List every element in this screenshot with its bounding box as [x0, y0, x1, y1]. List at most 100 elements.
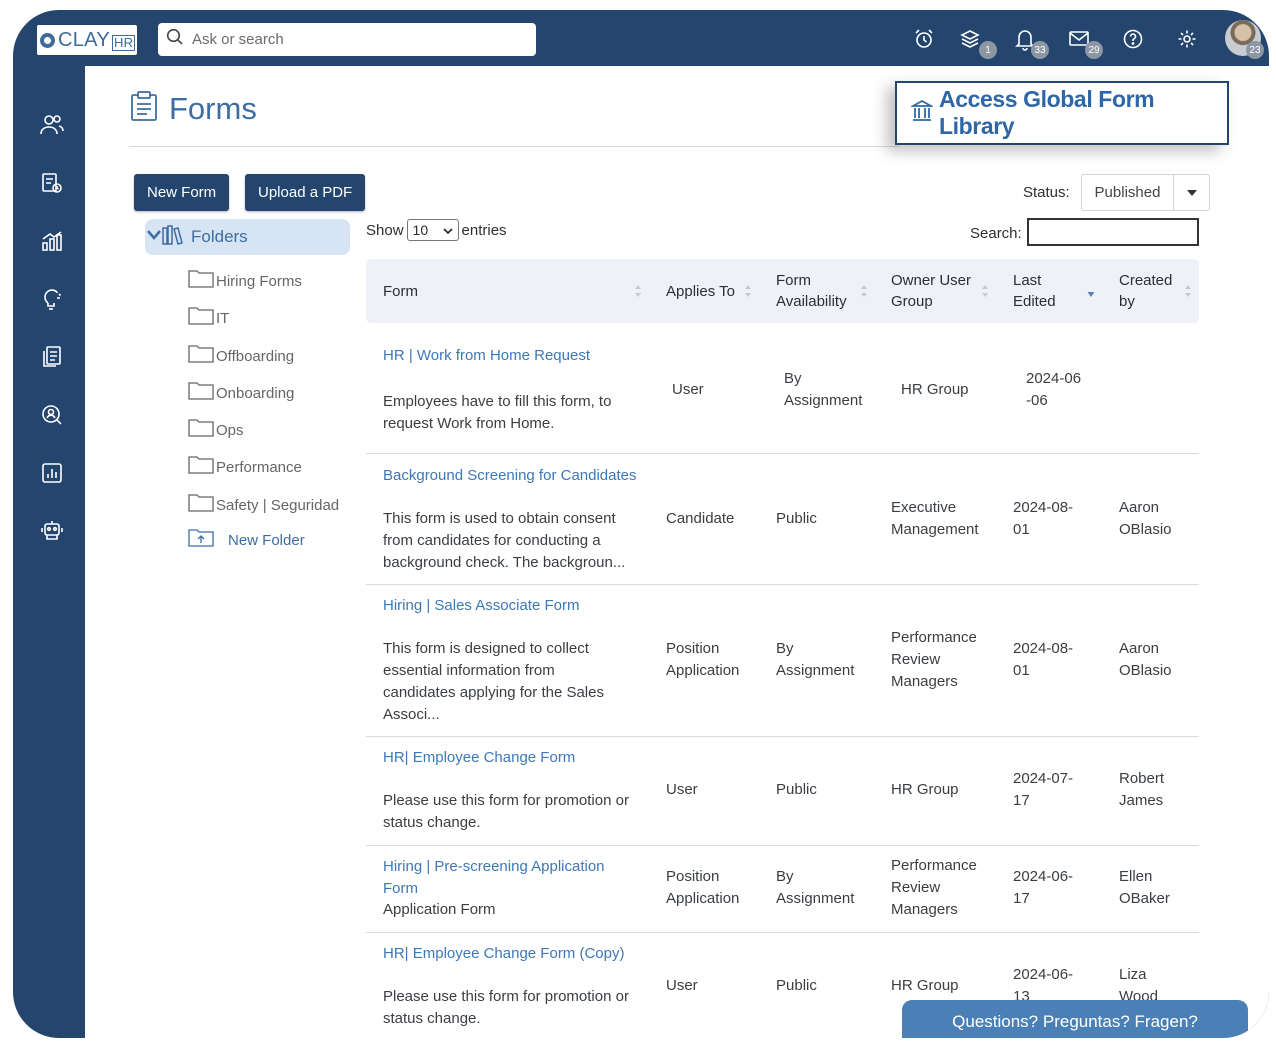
- entries-value: 10: [412, 222, 429, 238]
- form-availability: By Assignment: [776, 640, 855, 679]
- app-frame: CLAY HR 1 33 29 23: [13, 10, 1269, 1038]
- status-value: Published: [1082, 175, 1174, 210]
- new-folder-button[interactable]: New Folder: [188, 529, 305, 551]
- form-availability: Public: [776, 977, 817, 994]
- messages-badge: 29: [1085, 41, 1103, 59]
- column-header-created-by[interactable]: Created by: [1119, 259, 1179, 323]
- entries-select[interactable]: 10: [406, 219, 459, 241]
- report-icon[interactable]: [37, 458, 67, 488]
- upload-folder-icon: [188, 529, 214, 551]
- folder-item-ops[interactable]: Ops: [188, 419, 244, 441]
- folders-stack-icon: [161, 224, 185, 251]
- column-header-owner-user-group[interactable]: Owner User Group: [891, 259, 981, 323]
- last-edited: 2024-08-01: [1013, 499, 1074, 538]
- column-header-last-edited[interactable]: Last Edited: [1013, 259, 1073, 323]
- notifications-badge: 33: [1031, 41, 1049, 59]
- entries-label: entries: [461, 221, 507, 239]
- table-search-label: Search:: [970, 225, 1022, 242]
- clipboard-list-icon: [129, 90, 159, 127]
- folder-icon: [188, 270, 214, 292]
- sort-icon[interactable]: [860, 283, 868, 299]
- chat-help-button[interactable]: Questions? Preguntas? Fragen?: [902, 1000, 1248, 1038]
- folder-item-performance[interactable]: Performance: [188, 456, 302, 478]
- folder-icon: [188, 494, 214, 516]
- folder-label: Performance: [216, 458, 302, 476]
- folder-item-offboarding[interactable]: Offboarding: [188, 345, 294, 367]
- column-header-form[interactable]: Form: [383, 259, 418, 323]
- applies-to: Position Application: [666, 640, 740, 679]
- form-description: This form is designed to collect essenti…: [383, 640, 604, 723]
- folder-label: IT: [216, 309, 230, 327]
- applies-to: User: [672, 381, 704, 398]
- last-edited: 2024-07-17: [1013, 770, 1074, 809]
- folders-header[interactable]: Folders: [145, 219, 350, 255]
- form-availability: By Assignment: [776, 868, 855, 907]
- column-header-applies-to[interactable]: Applies To: [666, 259, 735, 323]
- form-title-link[interactable]: HR | Work from Home Request: [383, 345, 643, 367]
- folder-icon: [188, 456, 214, 478]
- sort-icon[interactable]: [1184, 283, 1192, 299]
- folders-header-label: Folders: [191, 227, 248, 246]
- table-row: Hiring | Pre-screening Application Form …: [366, 846, 1199, 933]
- title-divider: [129, 146, 899, 147]
- folder-icon: [188, 419, 214, 441]
- new-folder-label: New Folder: [228, 531, 305, 549]
- owner-group: HR Group: [901, 381, 969, 398]
- people-icon[interactable]: [37, 110, 67, 140]
- search-person-icon[interactable]: [37, 400, 67, 430]
- form-description: Employees have to fill this form, to req…: [383, 393, 612, 432]
- folder-item-safety[interactable]: Safety | Seguridad: [188, 494, 339, 516]
- clipboard-icon[interactable]: [37, 168, 67, 198]
- table-row: HR| Employee Change Form Please use this…: [366, 737, 1199, 846]
- form-availability: Public: [776, 781, 817, 798]
- folder-item-onboarding[interactable]: Onboarding: [188, 382, 294, 404]
- sort-icon[interactable]: [634, 283, 642, 299]
- status-label: Status:: [1023, 184, 1070, 201]
- chart-icon[interactable]: [37, 226, 67, 256]
- chevron-down-icon[interactable]: [147, 228, 161, 246]
- owner-group: Executive Management: [891, 499, 979, 538]
- table-search-input[interactable]: [1027, 218, 1199, 246]
- gear-icon[interactable]: [1172, 24, 1202, 54]
- sort-desc-icon[interactable]: [1087, 283, 1095, 299]
- column-header-form-availability[interactable]: Form Availability: [776, 259, 858, 323]
- form-description: Please use this form for promotion or st…: [383, 988, 629, 1027]
- avatar-badge: 23: [1246, 41, 1264, 59]
- top-icon-bar: 1 33 29: [13, 24, 1269, 60]
- alarm-icon[interactable]: [909, 24, 939, 54]
- upload-pdf-button[interactable]: Upload a PDF: [245, 174, 366, 211]
- last-edited: 2024-08-01: [1013, 640, 1074, 679]
- form-title-link[interactable]: Hiring | Sales Associate Form: [383, 595, 653, 617]
- sort-icon[interactable]: [981, 283, 989, 299]
- folder-item-hiring-forms[interactable]: Hiring Forms: [188, 270, 302, 292]
- page-title: Forms: [129, 90, 257, 127]
- sort-icon[interactable]: [744, 283, 752, 299]
- folder-icon: [188, 345, 214, 367]
- status-select[interactable]: Published: [1081, 174, 1210, 211]
- folder-label: Hiring Forms: [216, 272, 302, 290]
- folder-label: Onboarding: [216, 384, 295, 402]
- document-icon[interactable]: [37, 342, 67, 372]
- table-row: Background Screening for Candidates This…: [366, 454, 1199, 585]
- new-form-button[interactable]: New Form: [134, 174, 230, 211]
- form-availability: By Assignment: [784, 370, 863, 409]
- help-icon[interactable]: [1118, 24, 1148, 54]
- form-title-link[interactable]: HR| Employee Change Form: [383, 747, 653, 769]
- form-title-link[interactable]: Background Screening for Candidates: [383, 465, 653, 487]
- main-content: Forms Access Global Form Library New For…: [85, 66, 1269, 1038]
- folder-label: Ops: [216, 421, 244, 439]
- folder-item-it[interactable]: IT: [188, 307, 229, 329]
- form-title-link[interactable]: Hiring | Pre-screening Application Form: [383, 856, 623, 900]
- form-title-link[interactable]: HR| Employee Change Form (Copy): [383, 943, 653, 965]
- show-label: Show: [366, 221, 404, 239]
- page-title-text: Forms: [169, 90, 257, 126]
- owner-group: HR Group: [891, 977, 959, 994]
- form-description: Application Form: [383, 901, 496, 918]
- form-description: Please use this form for promotion or st…: [383, 792, 629, 831]
- bulb-icon[interactable]: [37, 284, 67, 314]
- global-library-button[interactable]: Access Global Form Library: [895, 81, 1229, 145]
- library-icon: [909, 99, 935, 128]
- last-edited: 2024-06-06: [1026, 370, 1082, 409]
- robot-icon[interactable]: [37, 516, 67, 546]
- caret-down-icon[interactable]: [1174, 189, 1209, 196]
